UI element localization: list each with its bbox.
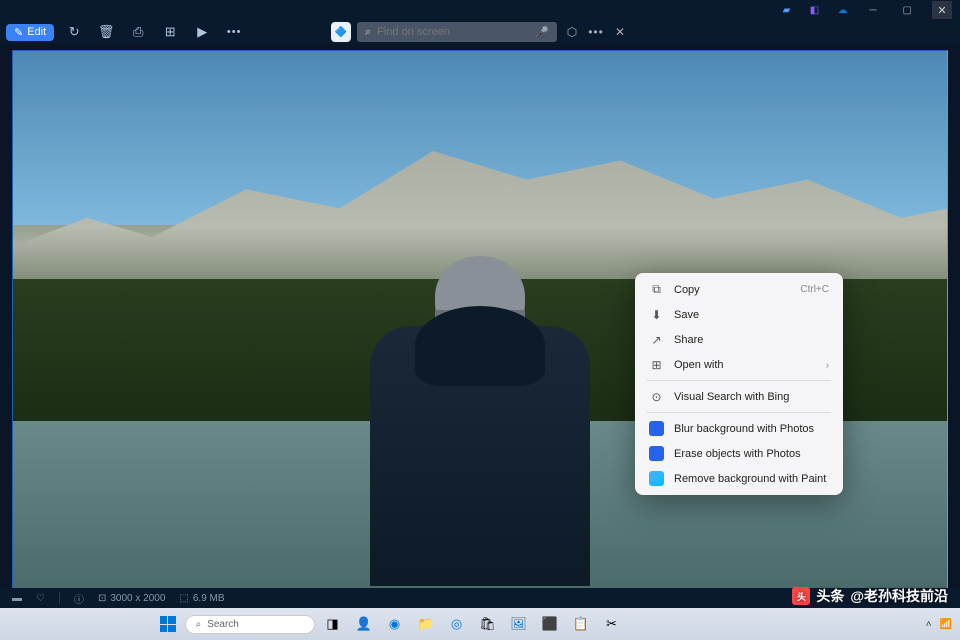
start-button[interactable]: [156, 612, 180, 636]
watermark-prefix: 头条: [816, 586, 844, 606]
favorite-icon[interactable]: ♡: [36, 593, 45, 604]
search-icon: ⌕: [365, 26, 371, 39]
paint-icon: [649, 471, 664, 486]
taskbar-store[interactable]: 🛍: [475, 611, 501, 637]
menu-item-label: Blur background with Photos: [674, 423, 829, 435]
tray-chevron-icon[interactable]: ˄: [926, 619, 932, 630]
search-bar: 🔷 ⌕ 🎤 ⬡ ••• ✕: [331, 20, 629, 44]
dimensions-value: 3000 x 2000: [110, 593, 165, 604]
filesize-value: 6.9 MB: [193, 593, 225, 604]
task-view-icon[interactable]: ◨: [320, 611, 346, 637]
watermark: 头 头条 @老孙科技前沿: [792, 586, 948, 606]
menu-item-label: Save: [674, 309, 829, 321]
tray-wifi-icon[interactable]: 📶: [940, 619, 952, 630]
search-input-container[interactable]: ⌕ 🎤: [357, 22, 557, 42]
watermark-handle: @老孙科技前沿: [850, 586, 948, 606]
menu-item-remove-background-with-paint[interactable]: Remove background with Paint: [639, 466, 839, 491]
taskbar-app-6[interactable]: ⬛: [537, 611, 563, 637]
menu-item-label: Share: [674, 334, 829, 346]
search-input[interactable]: [377, 26, 529, 38]
info-icon[interactable]: ⓘ: [74, 591, 84, 606]
edit-icon: ✎: [14, 26, 23, 39]
more-icon[interactable]: •••: [222, 21, 246, 43]
share-icon: ↗: [649, 332, 664, 347]
disk-icon: ⬚: [179, 593, 188, 604]
taskbar-app-7[interactable]: 📋: [568, 611, 594, 637]
taskbar-search-placeholder: Search: [207, 619, 239, 630]
menu-item-label: Remove background with Paint: [674, 473, 829, 485]
taskbar-app-8[interactable]: ✂: [599, 611, 625, 637]
taskbar-search-icon: ⌕: [196, 619, 202, 630]
menu-item-label: Open with: [674, 359, 816, 371]
search-close-icon[interactable]: ✕: [611, 23, 629, 41]
taskbar-app-1[interactable]: 👤: [351, 611, 377, 637]
minimize-button[interactable]: ─: [863, 3, 882, 18]
edit-label: Edit: [27, 26, 46, 38]
menu-item-save[interactable]: ⬇ Save: [639, 302, 839, 327]
system-tray[interactable]: ˄ 📶: [926, 619, 952, 630]
menu-item-label: Visual Search with Bing: [674, 391, 829, 403]
photos-icon: [649, 421, 664, 436]
chevron-right-icon: ›: [826, 360, 829, 370]
cube-icon[interactable]: ⬡: [563, 23, 581, 41]
copy-icon: ⧉: [649, 282, 664, 297]
taskbar: ⌕ Search ◨ 👤 ◉ 📁 ◎ 🛍 🖼 ⬛ 📋 ✂ ˄ 📶: [0, 608, 960, 640]
taskbar-search[interactable]: ⌕ Search: [185, 615, 315, 634]
maximize-button[interactable]: ▢: [897, 3, 918, 18]
delete-icon[interactable]: 🗑: [94, 21, 118, 43]
toolbar: ✎ Edit ↻ 🗑 ⎙ ⊞ ▶ ••• 🔷 ⌕ 🎤 ⬡ ••• ✕: [0, 20, 960, 44]
taskbar-edge[interactable]: ◎: [444, 611, 470, 637]
edit-button[interactable]: ✎ Edit: [6, 24, 54, 41]
menu-item-share[interactable]: ↗ Share: [639, 327, 839, 352]
titlebar: ▰ ◧ ☁ ─ ▢ ✕: [0, 0, 960, 20]
visual-search-icon: ⊙: [649, 389, 664, 404]
filmstrip-icon[interactable]: ▬: [12, 593, 22, 604]
bing-icon[interactable]: 🔷: [331, 22, 351, 42]
print-icon[interactable]: ⎙: [126, 21, 150, 43]
openwith-icon: ⊞: [649, 357, 664, 372]
menu-shortcut: Ctrl+C: [800, 284, 829, 295]
app-icon[interactable]: ⊞: [158, 21, 182, 43]
watermark-logo: 头: [792, 587, 810, 605]
phone-link-icon[interactable]: ▰: [779, 3, 793, 17]
menu-divider: [647, 412, 831, 413]
save-icon: ⬇: [649, 307, 664, 322]
mic-icon[interactable]: 🎤: [535, 26, 549, 39]
menu-item-label: Erase objects with Photos: [674, 448, 829, 460]
photos-icon: [649, 446, 664, 461]
menu-divider: [647, 380, 831, 381]
taskbar-app-2[interactable]: ◉: [382, 611, 408, 637]
onedrive-icon[interactable]: ☁: [835, 3, 849, 17]
context-menu: ⧉ Copy Ctrl+C ⬇ Save ↗ Share ⊞ Open with › ⊙ Visual…: [635, 273, 843, 495]
taskbar-photos[interactable]: 🖼: [506, 611, 532, 637]
menu-item-label: Copy: [674, 284, 790, 296]
copilot-icon[interactable]: ◧: [807, 3, 821, 17]
menu-item-copy[interactable]: ⧉ Copy Ctrl+C: [639, 277, 839, 302]
taskbar-explorer[interactable]: 📁: [413, 611, 439, 637]
dimensions-icon: ⊡: [98, 593, 106, 604]
slideshow-icon[interactable]: ▶: [190, 21, 214, 43]
dimensions-label: ⊡ 3000 x 2000: [98, 593, 165, 604]
menu-item-visual-search-with-bing[interactable]: ⊙ Visual Search with Bing: [639, 384, 839, 409]
rotate-icon[interactable]: ↻: [62, 21, 86, 43]
menu-item-open-with[interactable]: ⊞ Open with ›: [639, 352, 839, 377]
filesize-label: ⬚ 6.9 MB: [179, 593, 224, 604]
menu-item-erase-objects-with-photos[interactable]: Erase objects with Photos: [639, 441, 839, 466]
menu-item-blur-background-with-photos[interactable]: Blur background with Photos: [639, 416, 839, 441]
search-more-icon[interactable]: •••: [587, 23, 605, 41]
close-button[interactable]: ✕: [932, 1, 952, 19]
